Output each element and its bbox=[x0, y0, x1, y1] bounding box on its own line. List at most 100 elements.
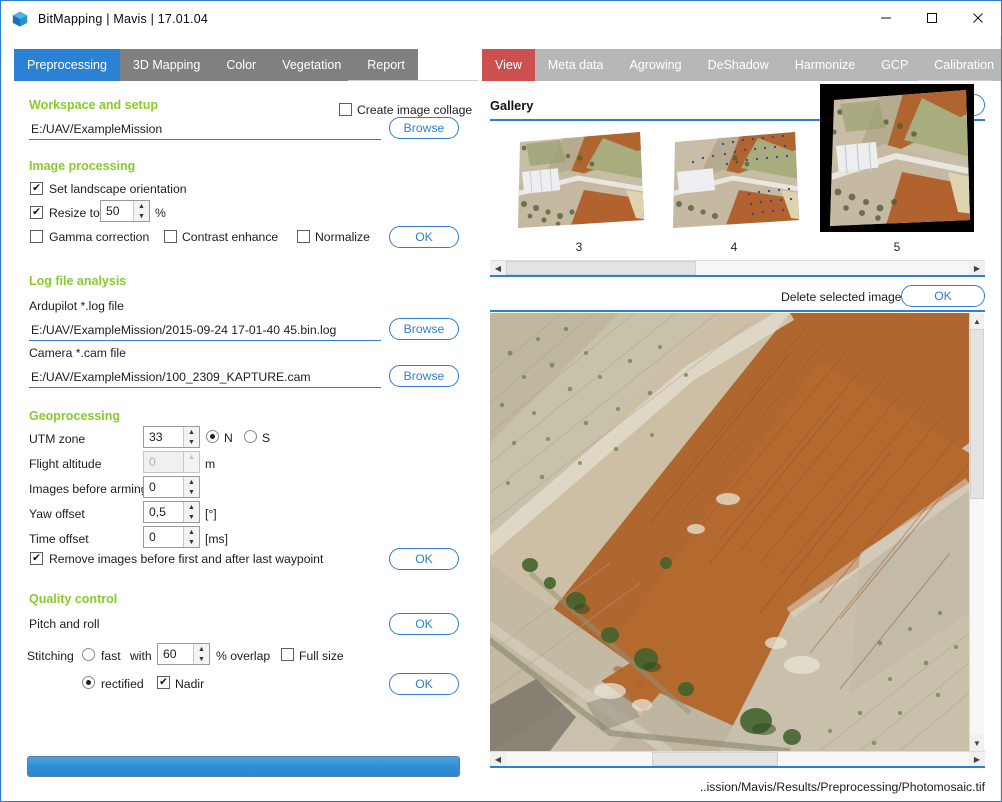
gallery-scroll-thumb[interactable] bbox=[506, 261, 696, 275]
gallery-thumbnail-3-caption: 3 bbox=[508, 240, 650, 254]
stitching-rectified-radio[interactable] bbox=[82, 676, 95, 689]
tab-view[interactable]: View bbox=[482, 49, 535, 81]
viewer-scrollbar-vertical[interactable]: ▲ ▼ bbox=[969, 313, 984, 751]
tab-vegetation[interactable]: Vegetation bbox=[269, 49, 354, 81]
maximize-button[interactable] bbox=[909, 1, 955, 35]
viewer-scroll-thumb-horizontal[interactable] bbox=[652, 752, 778, 766]
close-button[interactable] bbox=[955, 1, 1001, 35]
viewer-scroll-track-horizontal[interactable] bbox=[506, 752, 969, 766]
section-log-analysis-title: Log file analysis bbox=[29, 274, 126, 288]
overlap-percent-stepper[interactable]: 60 ▲▼ bbox=[157, 643, 210, 665]
stitching-fast-radio[interactable] bbox=[82, 648, 95, 661]
gamma-correction-checkbox[interactable] bbox=[30, 230, 43, 243]
images-before-arming-stepper[interactable]: 0 ▲▼ bbox=[143, 476, 200, 498]
application-window: BitMapping | Mavis | 17.01.04 Preprocess… bbox=[0, 0, 1002, 802]
gallery-thumbnail-3[interactable] bbox=[508, 128, 650, 233]
viewer-scroll-right-icon[interactable]: ▶ bbox=[969, 752, 985, 766]
create-image-collage-checkbox[interactable] bbox=[339, 103, 352, 116]
tab-harmonize[interactable]: Harmonize bbox=[782, 49, 868, 81]
stepper-up-icon[interactable]: ▲ bbox=[194, 644, 209, 654]
overlap-stepper-buttons[interactable]: ▲▼ bbox=[193, 644, 209, 664]
hemisphere-north-radio[interactable] bbox=[206, 430, 219, 443]
stepper-down-icon[interactable]: ▼ bbox=[184, 512, 199, 522]
set-landscape-orientation-label: Set landscape orientation bbox=[49, 182, 187, 196]
workspace-browse-button[interactable]: Browse bbox=[389, 117, 459, 139]
minimize-button[interactable] bbox=[863, 1, 909, 35]
tab-gcp[interactable]: GCP bbox=[868, 49, 921, 81]
flight-altitude-unit: m bbox=[205, 457, 215, 471]
resize-checkbox[interactable] bbox=[30, 206, 43, 219]
ardupilot-browse-button[interactable]: Browse bbox=[389, 318, 459, 340]
ardupilot-log-input[interactable] bbox=[29, 320, 381, 341]
viewer-scrollbar-horizontal[interactable]: ◀ ▶ bbox=[490, 751, 985, 766]
stepper-up-icon[interactable]: ▲ bbox=[184, 477, 199, 487]
time-offset-stepper[interactable]: 0 ▲▼ bbox=[143, 526, 200, 548]
stepper-down-icon bbox=[184, 462, 199, 472]
stepper-down-icon[interactable]: ▼ bbox=[184, 487, 199, 497]
tab-calibration[interactable]: Calibration bbox=[921, 49, 1002, 81]
stitching-ok-button[interactable]: OK bbox=[389, 673, 459, 695]
tab-deshadow[interactable]: DeShadow bbox=[695, 49, 782, 81]
window-title: BitMapping | Mavis | 17.01.04 bbox=[38, 12, 208, 26]
tab-3d-mapping[interactable]: 3D Mapping bbox=[120, 49, 213, 81]
pitch-and-roll-ok-button[interactable]: OK bbox=[389, 613, 459, 635]
stepper-down-icon[interactable]: ▼ bbox=[134, 211, 149, 221]
stepper-up-icon[interactable]: ▲ bbox=[184, 427, 199, 437]
delete-selected-images-ok-button[interactable]: OK bbox=[901, 285, 985, 307]
gallery-scroll-track[interactable] bbox=[506, 261, 969, 275]
main-content: Preprocessing 3D Mapping Color Vegetatio… bbox=[1, 36, 1001, 801]
photomosaic-viewer[interactable] bbox=[490, 313, 969, 751]
stepper-down-icon[interactable]: ▼ bbox=[184, 537, 199, 547]
set-landscape-orientation-checkbox[interactable] bbox=[30, 182, 43, 195]
gallery-thumbnail-5[interactable] bbox=[820, 84, 974, 232]
resize-stepper-buttons[interactable]: ▲▼ bbox=[133, 201, 149, 221]
tab-preprocessing[interactable]: Preprocessing bbox=[14, 49, 120, 81]
yaw-stepper-buttons[interactable]: ▲▼ bbox=[183, 502, 199, 522]
normalize-checkbox[interactable] bbox=[297, 230, 310, 243]
hemisphere-south-radio[interactable] bbox=[244, 430, 257, 443]
tab-meta-data[interactable]: Meta data bbox=[535, 49, 617, 81]
full-size-label: Full size bbox=[299, 649, 344, 663]
stitching-rectified-label: rectified bbox=[101, 677, 144, 691]
viewer-scroll-thumb-vertical[interactable] bbox=[970, 329, 984, 499]
remove-images-label: Remove images before first and after las… bbox=[49, 552, 323, 566]
stepper-down-icon[interactable]: ▼ bbox=[184, 437, 199, 447]
contrast-enhance-checkbox[interactable] bbox=[164, 230, 177, 243]
viewer-scroll-down-icon[interactable]: ▼ bbox=[970, 735, 984, 751]
utm-stepper-buttons[interactable]: ▲▼ bbox=[183, 427, 199, 447]
stitching-label: Stitching bbox=[27, 649, 74, 663]
left-tab-bar: Preprocessing 3D Mapping Color Vegetatio… bbox=[14, 49, 418, 81]
gallery-scroll-left-icon[interactable]: ◀ bbox=[490, 261, 506, 275]
section-geoprocessing-title: Geoprocessing bbox=[29, 409, 120, 423]
viewer-scroll-up-icon[interactable]: ▲ bbox=[970, 313, 984, 329]
full-size-checkbox[interactable] bbox=[281, 648, 294, 661]
viewer-scroll-left-icon[interactable]: ◀ bbox=[490, 752, 506, 766]
stepper-up-icon[interactable]: ▲ bbox=[184, 502, 199, 512]
resize-percent-symbol: % bbox=[155, 206, 166, 220]
camera-cam-input[interactable] bbox=[29, 367, 381, 388]
cube-icon bbox=[10, 9, 30, 29]
tab-color[interactable]: Color bbox=[213, 49, 269, 81]
image-processing-ok-button[interactable]: OK bbox=[389, 226, 459, 248]
arming-stepper-buttons[interactable]: ▲▼ bbox=[183, 477, 199, 497]
gallery-thumbnail-4[interactable] bbox=[663, 128, 805, 233]
remove-images-checkbox[interactable] bbox=[30, 552, 43, 565]
tab-agrowing[interactable]: Agrowing bbox=[616, 49, 694, 81]
tab-report[interactable]: Report bbox=[354, 49, 418, 81]
gallery-thumbnail-4-caption: 4 bbox=[663, 240, 805, 254]
utm-zone-stepper[interactable]: 33 ▲▼ bbox=[143, 426, 200, 448]
stepper-down-icon[interactable]: ▼ bbox=[194, 654, 209, 664]
gallery-scroll-right-icon[interactable]: ▶ bbox=[969, 261, 985, 275]
gallery-scrollbar-horizontal[interactable]: ◀ ▶ bbox=[490, 260, 985, 275]
yaw-offset-stepper[interactable]: 0,5 ▲▼ bbox=[143, 501, 200, 523]
stepper-up-icon[interactable]: ▲ bbox=[134, 201, 149, 211]
viewer-scroll-track-vertical[interactable] bbox=[970, 329, 984, 735]
workspace-path-input[interactable] bbox=[29, 119, 381, 140]
stepper-up-icon[interactable]: ▲ bbox=[184, 527, 199, 537]
resize-percent-stepper[interactable]: 50 ▲▼ bbox=[100, 200, 150, 222]
camera-browse-button[interactable]: Browse bbox=[389, 365, 459, 387]
time-stepper-buttons[interactable]: ▲▼ bbox=[183, 527, 199, 547]
hemisphere-north-label: N bbox=[224, 431, 233, 445]
geoprocessing-ok-button[interactable]: OK bbox=[389, 548, 459, 570]
nadir-checkbox[interactable] bbox=[157, 676, 170, 689]
